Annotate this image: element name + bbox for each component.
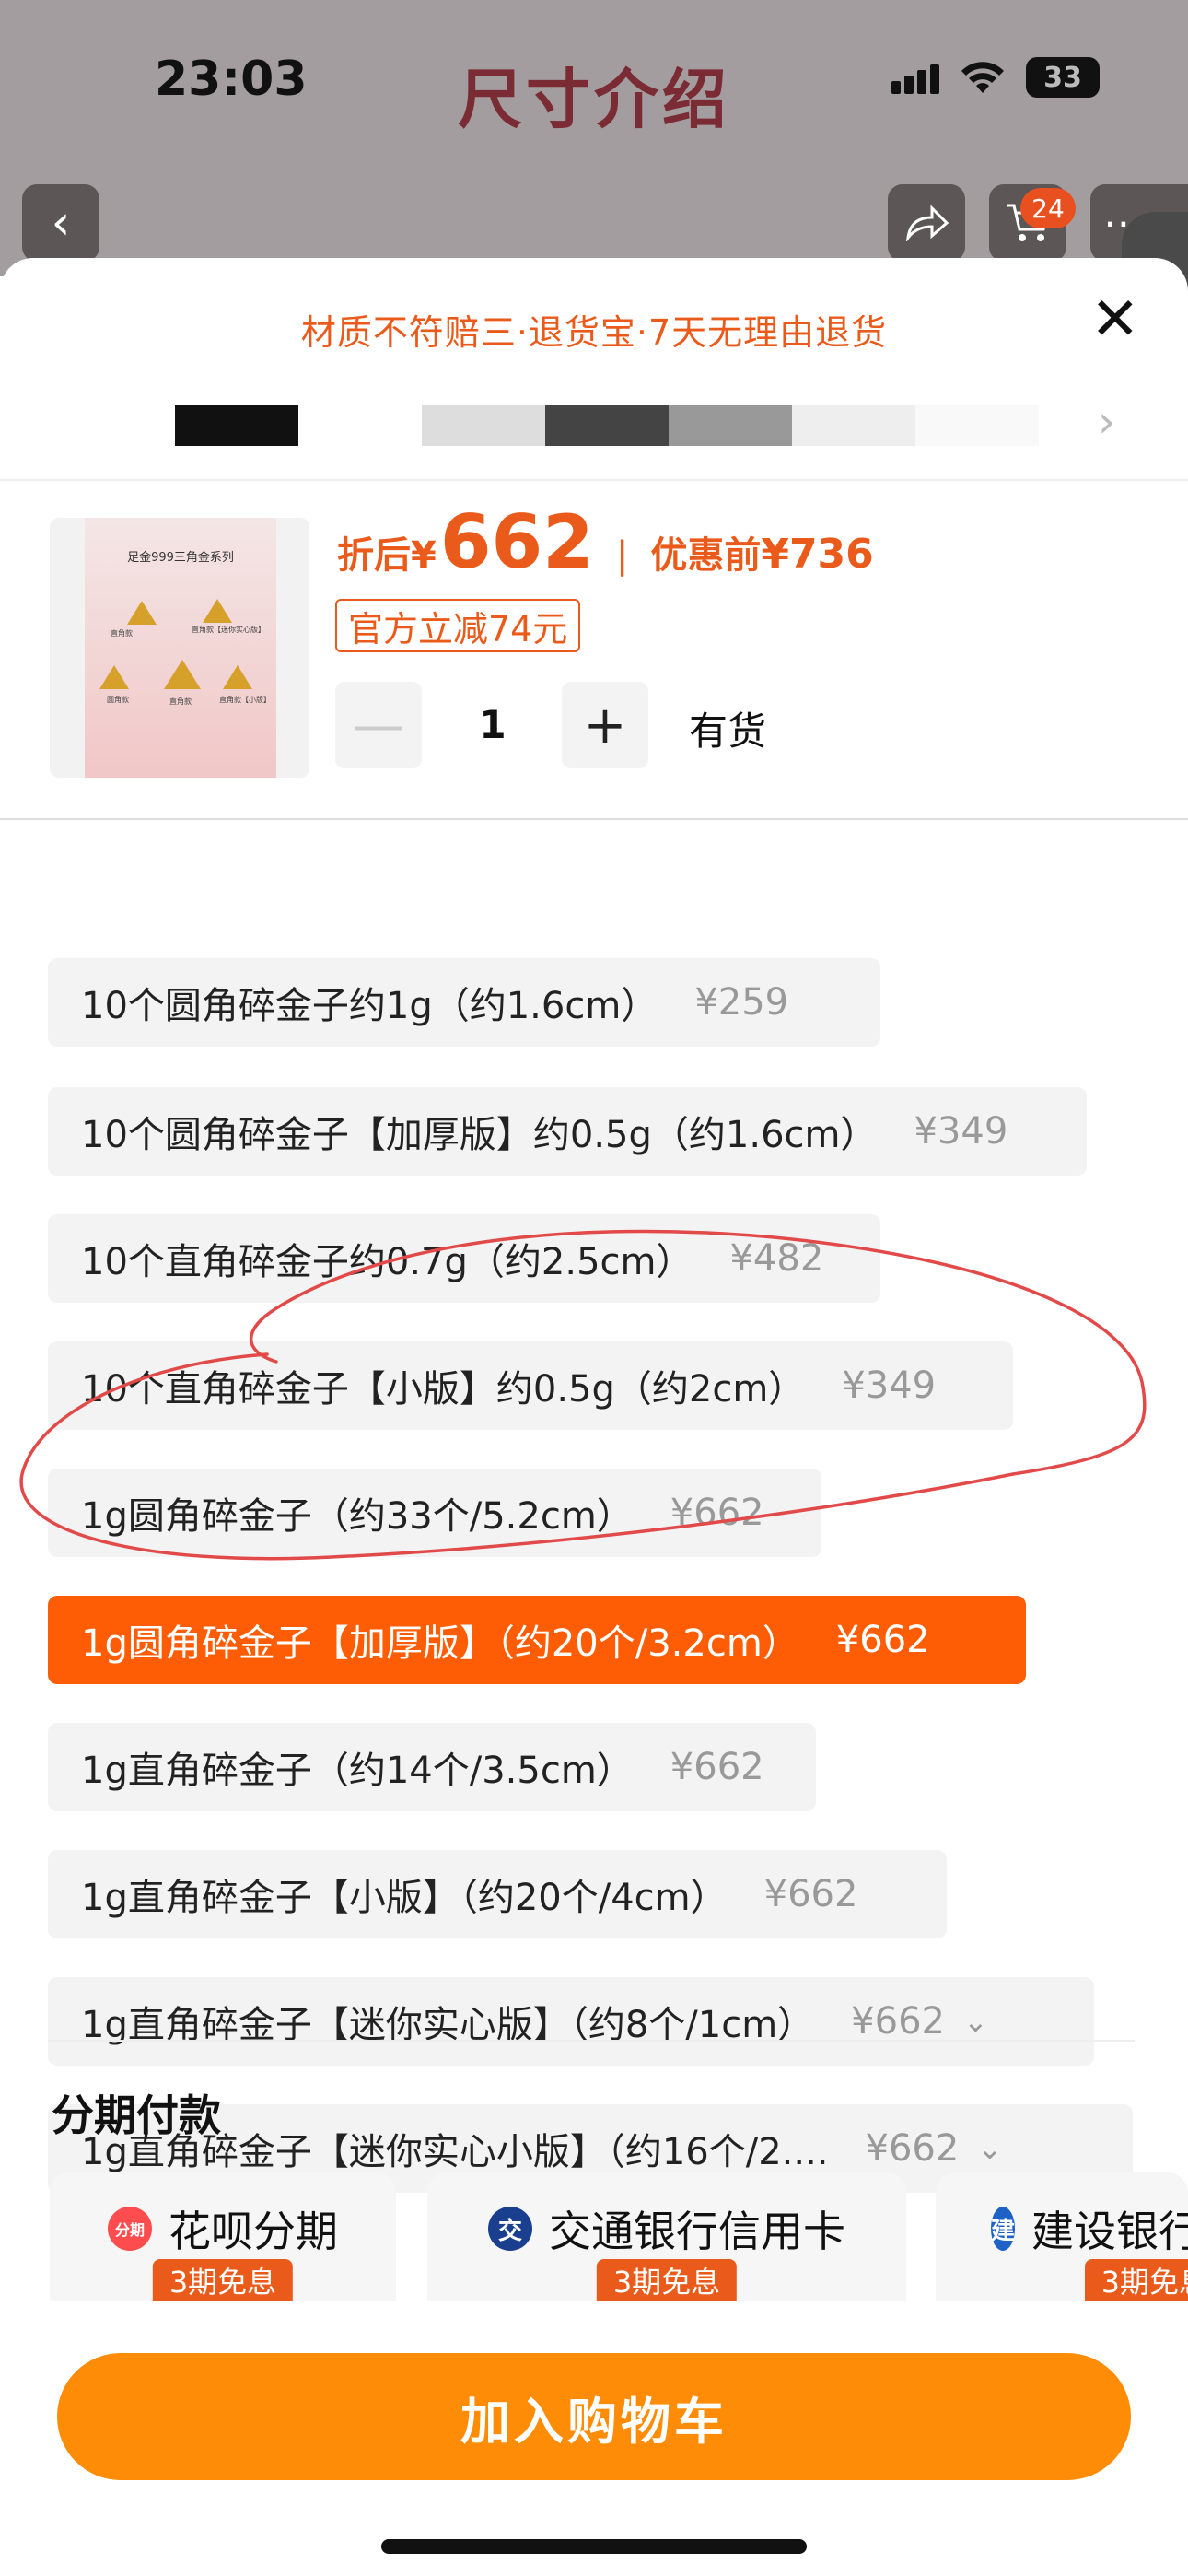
sku-option-label: 10个直角碎金子约0.7g（约2.5cm）	[81, 1241, 693, 1283]
installment-tag: 3期免息	[596, 2259, 738, 2301]
share-icon	[905, 205, 949, 241]
thumbnail[interactable]	[298, 405, 422, 446]
product-image-label: 圆角款	[107, 696, 129, 704]
back-button[interactable]: ‹	[22, 184, 99, 262]
sku-option-price: ¥662	[670, 1746, 764, 1788]
add-to-cart-button[interactable]: 加入购物车	[57, 2353, 1131, 2480]
sku-option-price: ¥349	[842, 1364, 937, 1407]
sku-option[interactable]: 10个圆角碎金子【加厚版】约0.5g（约1.6cm） ¥349	[48, 1087, 1087, 1176]
quantity-minus-button[interactable]: —	[335, 682, 422, 768]
thumbnail[interactable]	[422, 405, 545, 446]
sku-option-label: 1g直角碎金子【小版】（约20个/4cm）	[81, 1877, 728, 1919]
sku-option[interactable]: 1g直角碎金子（约14个/3.5cm） ¥662	[48, 1723, 816, 1811]
installment-tag: 3期免息	[1084, 2259, 1188, 2301]
product-image-artwork: 足金999三角金系列 直角款 直角款【迷你实心版】 圆角款 直角款 直角款【小版…	[85, 518, 276, 778]
page-title: 尺寸介绍	[458, 62, 730, 137]
sku-option[interactable]: 1g圆角碎金子（约33个/5.2cm） ¥662	[48, 1469, 821, 1557]
cart-badge: 24	[1020, 188, 1076, 228]
thumbnail[interactable]	[915, 405, 1039, 446]
chevron-down-icon: ⌄	[962, 2004, 988, 2039]
chevron-down-icon: ⌄	[977, 2131, 1003, 2166]
installment-name: 建设银行信用卡	[1031, 2207, 1188, 2256]
discounted-price: 662	[439, 499, 594, 585]
sku-option-price: ¥259	[694, 981, 789, 1024]
price-separator: |	[615, 534, 629, 577]
sku-option-price: ¥662	[763, 1873, 858, 1915]
sku-option-label: 1g圆角碎金子【加厚版】（约20个/3.2cm）	[81, 1622, 799, 1665]
sku-option-label: 10个圆角碎金子约1g（约1.6cm）	[81, 985, 658, 1027]
sku-option[interactable]: 10个直角碎金子约0.7g（约2.5cm） ¥482	[48, 1214, 880, 1303]
installment-tag: 3期免息	[152, 2259, 294, 2301]
sku-sheet: 材质不符赔三·退货宝·7天无理由退货 ✕ › 足金999三角金系列 直角款 直角…	[0, 258, 1188, 2576]
installment-name: 交通银行信用卡	[549, 2207, 845, 2256]
product-image-title: 足金999三角金系列	[127, 551, 234, 565]
product-header: 足金999三角金系列 直角款 直角款【迷你实心版】 圆角款 直角款 直角款【小版…	[0, 479, 1188, 820]
stock-status: 有货	[689, 708, 767, 754]
sku-option-price: ¥662	[670, 1492, 764, 1534]
huabei-icon: 分期	[108, 2207, 152, 2251]
thumbnail[interactable]	[792, 405, 915, 446]
share-button[interactable]	[888, 184, 965, 262]
thumbnail[interactable]	[175, 405, 298, 446]
bocom-icon: 交	[488, 2207, 532, 2251]
guarantee-banner: 材质不符赔三·退货宝·7天无理由退货	[300, 312, 888, 353]
quantity-value[interactable]: 1	[460, 702, 525, 747]
sku-option[interactable]: 1g直角碎金子【小版】（约20个/4cm） ¥662	[48, 1850, 947, 1938]
product-image-label: 直角款【迷你实心版】	[192, 626, 265, 634]
sku-option-label: 1g直角碎金子（约14个/3.5cm）	[81, 1750, 634, 1792]
sku-option[interactable]: 1g直角碎金子【迷你实心版】（约8个/1cm） ¥662 ⌄	[48, 1977, 1094, 2066]
back-icon: ‹	[51, 195, 71, 251]
quantity-plus-button[interactable]: +	[562, 682, 648, 768]
thumbnail-strip[interactable]	[175, 405, 1039, 446]
installment-card-bocom[interactable]: 交交通银行信用卡 3期免息	[427, 2172, 906, 2301]
sku-option-price: ¥482	[729, 1237, 824, 1280]
product-image-label: 直角款	[169, 697, 192, 706]
sku-option-label: 10个圆角碎金子【加厚版】约0.5g（约1.6cm）	[81, 1114, 878, 1156]
divider	[48, 2040, 1135, 2042]
sku-option-price: ¥662	[865, 2127, 960, 2170]
close-button[interactable]: ✕	[1090, 286, 1140, 354]
chevron-right-icon[interactable]: ›	[1098, 396, 1115, 448]
installment-title: 分期付款	[52, 2090, 221, 2140]
original-price: ¥736	[761, 531, 874, 578]
sku-option-label: 1g圆角碎金子（约33个/5.2cm）	[81, 1495, 634, 1538]
sku-option[interactable]: 10个直角碎金子【小版】约0.5g（约2cm） ¥349	[48, 1341, 1013, 1430]
thumbnail[interactable]	[669, 405, 792, 446]
price-line: 折后 ¥ 662 | 优惠前 ¥736	[337, 499, 874, 585]
sku-option-price: ¥662	[835, 1619, 930, 1661]
product-image-label: 直角款【小版】	[219, 696, 271, 704]
discount-tag: 官方立减74元	[335, 599, 581, 652]
installment-name: 花呗分期	[169, 2207, 338, 2256]
after-discount-label: 折后	[337, 534, 411, 577]
product-image-label: 直角款	[111, 629, 133, 638]
home-indicator	[381, 2539, 807, 2554]
sku-option-label: 10个直角碎金子【小版】约0.5g（约2cm）	[81, 1368, 806, 1411]
installment-card-huabei[interactable]: 分期 花呗分期 3期免息	[50, 2172, 396, 2301]
currency-symbol: ¥	[411, 534, 437, 577]
ccb-icon: 建	[991, 2207, 1016, 2251]
installment-card-ccb[interactable]: 建建设银行信用卡 3期免息	[936, 2172, 1188, 2301]
before-discount-label: 优惠前	[650, 534, 762, 577]
sku-option-selected[interactable]: 1g圆角碎金子【加厚版】（约20个/3.2cm） ¥662	[48, 1596, 1026, 1684]
sku-option-price: ¥349	[914, 1110, 1008, 1153]
close-icon: ✕	[1090, 286, 1140, 354]
product-image[interactable]: 足金999三角金系列 直角款 直角款【迷你实心版】 圆角款 直角款 直角款【小版…	[50, 518, 309, 778]
sku-option-price: ¥662	[851, 2000, 945, 2043]
sku-option[interactable]: 10个圆角碎金子约1g（约1.6cm） ¥259	[48, 958, 880, 1047]
thumbnail[interactable]	[545, 405, 669, 446]
